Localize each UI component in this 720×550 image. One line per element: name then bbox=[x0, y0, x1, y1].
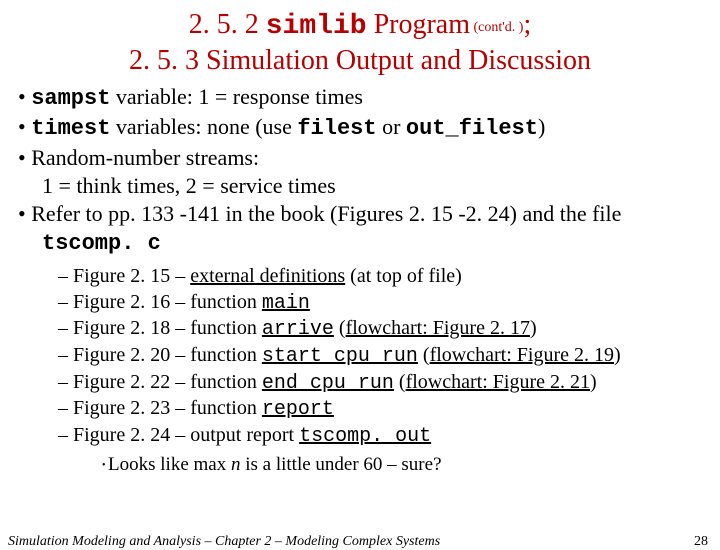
sub-list: Figure 2. 15 – external definitions (at … bbox=[18, 264, 702, 449]
b2-mid: variables: none (use bbox=[110, 114, 297, 139]
bullet-4: Refer to pp. 133 -141 in the book (Figur… bbox=[18, 200, 702, 258]
footer-text: Simulation Modeling and Analysis – Chapt… bbox=[8, 534, 440, 550]
title-line2: 2. 5. 3 Simulation Output and Discussion bbox=[129, 45, 591, 76]
title-mono: simlib bbox=[266, 11, 367, 42]
b4-file: tscomp. c bbox=[42, 231, 161, 256]
subsub-1: Looks like max n is a little under 60 – … bbox=[102, 453, 702, 478]
sub-3: Figure 2. 18 – function arrive (flowchar… bbox=[58, 316, 702, 343]
b1-rest: variable: 1 = response times bbox=[110, 84, 363, 109]
b2-f2: out_filest bbox=[406, 116, 538, 141]
sub-1: Figure 2. 15 – external definitions (at … bbox=[58, 264, 702, 290]
title-post1: Program bbox=[367, 9, 470, 40]
b2-or: or bbox=[377, 114, 406, 139]
b4-pre: Refer to pp. 133 -141 in the book (Figur… bbox=[31, 201, 621, 226]
b2-f1: filest bbox=[297, 116, 376, 141]
slide-title: 2. 5. 2 simlib Program (cont'd. ); 2. 5.… bbox=[18, 8, 702, 77]
bullet-2: timest variables: none (use filest or ou… bbox=[18, 113, 702, 143]
title-pre1: 2. 5. 2 bbox=[189, 9, 266, 40]
footer-page: 28 bbox=[694, 534, 708, 550]
main-list: sampst variable: 1 = response times time… bbox=[18, 83, 702, 258]
b3-l2: 1 = think times, 2 = service times bbox=[42, 173, 336, 198]
b2-var: timest bbox=[31, 116, 110, 141]
sub-6: Figure 2. 23 – function report bbox=[58, 396, 702, 423]
subsub-list: Looks like max n is a little under 60 – … bbox=[18, 453, 702, 478]
b1-var: sampst bbox=[31, 86, 110, 111]
sub-5: Figure 2. 22 – function end_cpu_run (flo… bbox=[58, 370, 702, 397]
title-semi: ; bbox=[523, 9, 531, 40]
bullet-3: Random-number streams: 1 = think times, 2… bbox=[18, 144, 702, 200]
sub-4: Figure 2. 20 – function start_cpu_run (f… bbox=[58, 343, 702, 370]
sub-7: Figure 2. 24 – output report tscomp. out bbox=[58, 423, 702, 450]
sub-2: Figure 2. 16 – function main bbox=[58, 290, 702, 317]
b3-l1: Random-number streams: bbox=[31, 145, 259, 170]
b2-close: ) bbox=[538, 114, 545, 139]
title-contd: (cont'd. ) bbox=[470, 20, 523, 35]
bullet-1: sampst variable: 1 = response times bbox=[18, 83, 702, 113]
